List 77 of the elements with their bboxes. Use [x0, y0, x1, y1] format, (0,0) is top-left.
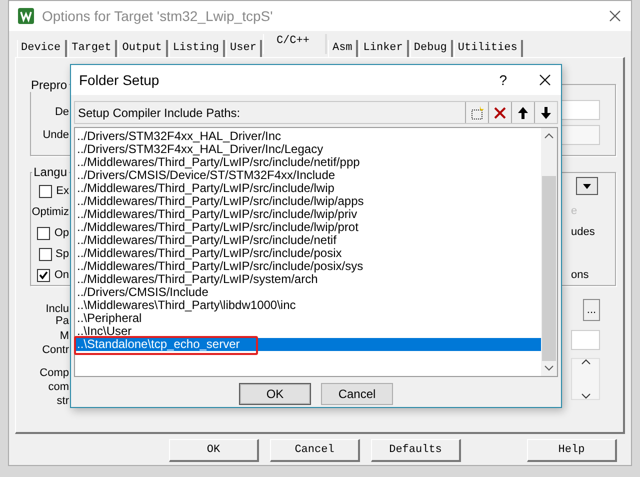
- scrollbar[interactable]: [541, 128, 557, 376]
- label: Pa: [56, 314, 69, 328]
- checkbox[interactable]: [38, 248, 52, 260]
- dialog-button[interactable]: Defaults: [371, 439, 461, 462]
- path-item[interactable]: ../Middlewares/Third_Party/LwIP/system/arch: [75, 273, 541, 286]
- path-item[interactable]: ../Drivers/STM32F4xx_HAL_Driver/Inc: [75, 130, 541, 143]
- checkbox[interactable]: [39, 184, 52, 198]
- group-label: Prepro: [28, 78, 69, 92]
- list-header-label: Setup Compiler Include Paths:: [77, 106, 242, 120]
- label: udes: [571, 225, 595, 239]
- browse-button[interactable]: ...: [583, 299, 600, 321]
- cancel-button[interactable]: Cancel: [321, 383, 393, 405]
- dropdown-button[interactable]: [576, 177, 598, 195]
- close-icon[interactable]: [609, 10, 621, 22]
- help-button[interactable]: ?: [499, 72, 507, 88]
- checkbox[interactable]: [37, 226, 50, 240]
- path-item[interactable]: ../Middlewares/Third_Party/LwIP/src/include/netif: [75, 234, 541, 247]
- label: Comp: [40, 366, 69, 380]
- tab[interactable]: Target: [68, 40, 118, 57]
- path-item[interactable]: ../Drivers/CMSIS/Device/ST/STM32F4xx/Include: [75, 169, 541, 182]
- scrollbar[interactable]: [571, 358, 600, 400]
- path-item[interactable]: ../Middlewares/Third_Party/LwIP/src/include/lwip: [75, 182, 541, 195]
- checkbox-label: Op: [54, 226, 69, 240]
- tab[interactable]: Utilities: [454, 40, 524, 57]
- path-item[interactable]: ..\Middlewares\Third_Party\libdw1000\inc: [75, 299, 541, 312]
- delete-icon: [493, 106, 507, 120]
- down-chevron-icon: [544, 364, 554, 372]
- tab[interactable]: C/C++: [263, 34, 328, 54]
- dialog-title: Folder Setup: [79, 72, 160, 88]
- path-item[interactable]: ../Middlewares/Third_Party/LwIP/src/include/lwip/apps: [75, 195, 541, 208]
- label: str: [56, 394, 69, 408]
- tab[interactable]: Device: [17, 40, 67, 57]
- path-item[interactable]: ..\Inc\User: [75, 325, 541, 338]
- up-chevron-icon: [544, 132, 554, 140]
- text-field[interactable]: [561, 100, 600, 120]
- dialog-button[interactable]: OK: [169, 439, 259, 462]
- tab[interactable]: Debug: [410, 40, 453, 57]
- path-item[interactable]: ../Middlewares/Third_Party/LwIP/src/include/lwip/prot: [75, 221, 541, 234]
- close-icon[interactable]: [539, 74, 551, 86]
- checkbox-label: Ex: [56, 184, 69, 198]
- label: ons: [571, 268, 589, 282]
- label: De: [54, 105, 69, 119]
- checkbox-label: On: [54, 268, 69, 282]
- label: Contr: [42, 343, 69, 357]
- tab[interactable]: User: [226, 40, 262, 57]
- tab[interactable]: Output: [118, 40, 168, 57]
- path-item[interactable]: ../Drivers/CMSIS/Include: [75, 286, 541, 299]
- checkbox[interactable]: [37, 268, 50, 282]
- path-item[interactable]: ../Middlewares/Third_Party/LwIP/src/include/posix/sys: [75, 260, 541, 273]
- text-field[interactable]: [561, 125, 600, 145]
- path-item[interactable]: ..\Peripheral: [75, 312, 541, 325]
- path-item[interactable]: ../Drivers/STM32F4xx_HAL_Driver/Inc/Legacy: [75, 143, 541, 156]
- caret-icon: [583, 184, 591, 188]
- label: Inclu: [46, 302, 69, 316]
- path-item[interactable]: ../Middlewares/Third_Party/LwIP/src/include/netif/ppp: [75, 156, 541, 169]
- down-chevron-icon: [580, 393, 590, 399]
- up-chevron-icon: [580, 359, 590, 365]
- path-item[interactable]: ../Middlewares/Third_Party/LwIP/src/include/posix: [75, 247, 541, 260]
- new-icon: [470, 106, 484, 120]
- label: M: [60, 329, 69, 343]
- up-arrow-icon: [517, 106, 529, 120]
- tab[interactable]: Asm: [328, 40, 358, 57]
- app-icon: [18, 8, 34, 24]
- tab[interactable]: Linker: [359, 40, 409, 57]
- group-label: Langu: [32, 165, 69, 179]
- label: Optimiz: [32, 205, 69, 219]
- dialog-button[interactable]: Cancel: [270, 439, 360, 462]
- tab[interactable]: Listing: [168, 40, 226, 57]
- dialog-button[interactable]: Help: [527, 439, 617, 462]
- window-title: Options for Target 'stm32_Lwip_tcpS': [42, 8, 274, 24]
- label: Unde: [42, 128, 69, 142]
- down-arrow-icon: [540, 106, 552, 120]
- checkbox-label: Sp: [56, 247, 69, 261]
- text-field[interactable]: [571, 330, 600, 350]
- path-item[interactable]: ../Middlewares/Third_Party/LwIP/src/include/lwip/priv: [75, 208, 541, 221]
- label: com: [48, 380, 69, 394]
- ok-button[interactable]: OK: [239, 383, 311, 405]
